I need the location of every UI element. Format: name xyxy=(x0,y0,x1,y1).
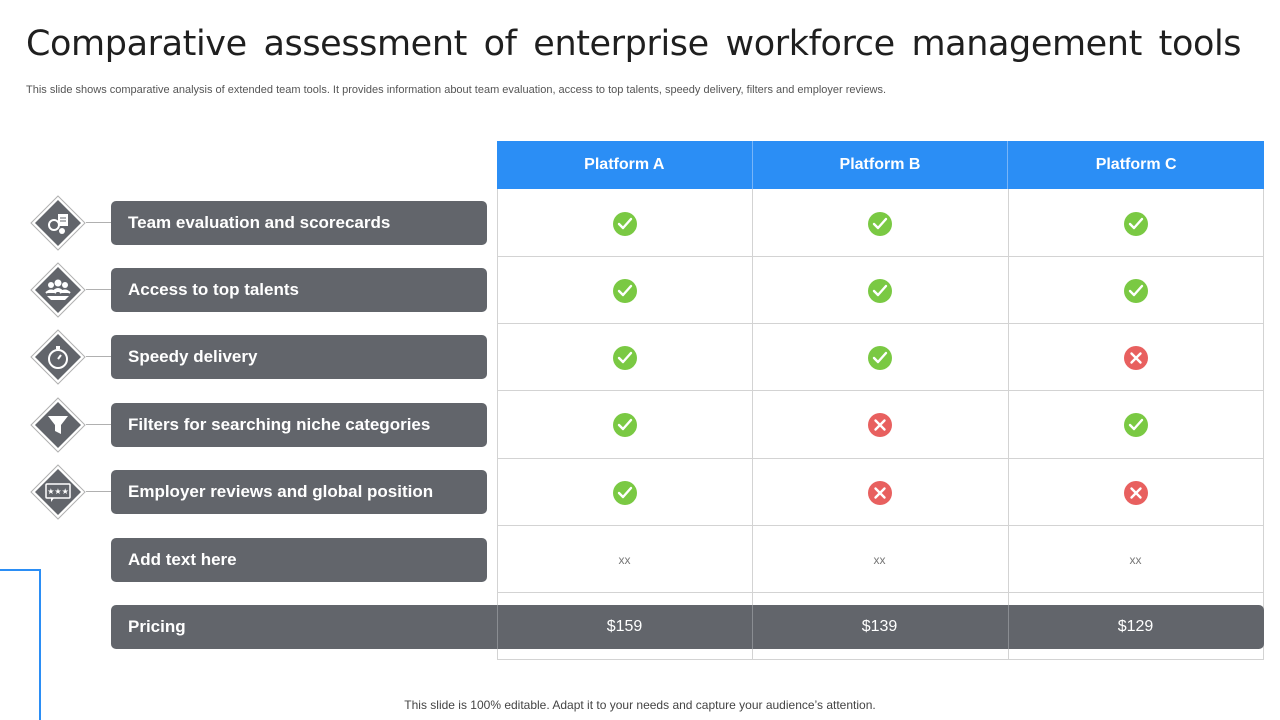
pricing-label: Pricing xyxy=(128,617,186,636)
check-icon xyxy=(1008,410,1263,440)
cross-icon xyxy=(1008,478,1263,508)
page-title: Comparative assessment of enterprise wor… xyxy=(26,24,1242,64)
feature-label: Team evaluation and scorecards xyxy=(111,201,487,245)
stopwatch-icon xyxy=(30,329,86,385)
team-scorecard-icon xyxy=(30,195,86,251)
talent-group-icon xyxy=(30,262,86,318)
feature-label: Employer reviews and global position xyxy=(111,470,487,514)
grid-divider xyxy=(497,256,1264,257)
platform-b-header: Platform B xyxy=(753,141,1009,189)
page-subtitle: This slide shows comparative analysis of… xyxy=(26,84,887,96)
grid-divider xyxy=(497,525,1264,526)
check-icon xyxy=(497,209,752,239)
cross-icon xyxy=(752,478,1007,508)
check-icon xyxy=(752,276,1007,306)
svg-text:★★★: ★★★ xyxy=(47,487,69,496)
filter-funnel-icon xyxy=(30,397,86,453)
check-icon xyxy=(1008,209,1263,239)
placeholder-value: xx xyxy=(618,553,631,567)
check-icon xyxy=(497,343,752,373)
check-icon xyxy=(497,410,752,440)
cross-icon xyxy=(752,410,1007,440)
grid-divider xyxy=(497,390,1264,391)
feature-label: Filters for searching niche categories xyxy=(111,403,487,447)
grid-divider xyxy=(497,592,1264,593)
decorative-frame xyxy=(0,569,41,720)
platform-a-header: Platform A xyxy=(497,141,753,189)
footer-note: This slide is 100% editable. Adapt it to… xyxy=(404,698,876,712)
check-icon xyxy=(497,276,752,306)
grid-divider xyxy=(497,323,1264,324)
check-icon xyxy=(752,343,1007,373)
price-platform-b: $139 xyxy=(861,618,898,635)
check-icon xyxy=(752,209,1007,239)
placeholder-value: xx xyxy=(1129,553,1142,567)
check-icon xyxy=(497,478,752,508)
price-platform-c: $129 xyxy=(1117,618,1154,635)
platform-header: Platform A Platform B Platform C xyxy=(497,141,1264,189)
cross-icon xyxy=(1008,343,1263,373)
placeholder-value: xx xyxy=(873,553,886,567)
star-rating-icon: ★★★ xyxy=(30,464,86,520)
feature-label: Speedy delivery xyxy=(111,335,487,379)
feature-label: Access to top talents xyxy=(111,268,487,312)
platform-c-header: Platform C xyxy=(1095,156,1177,173)
grid-divider xyxy=(497,458,1264,459)
feature-label: Add text here xyxy=(111,538,487,582)
price-platform-a: $159 xyxy=(606,618,643,635)
check-icon xyxy=(1008,276,1263,306)
